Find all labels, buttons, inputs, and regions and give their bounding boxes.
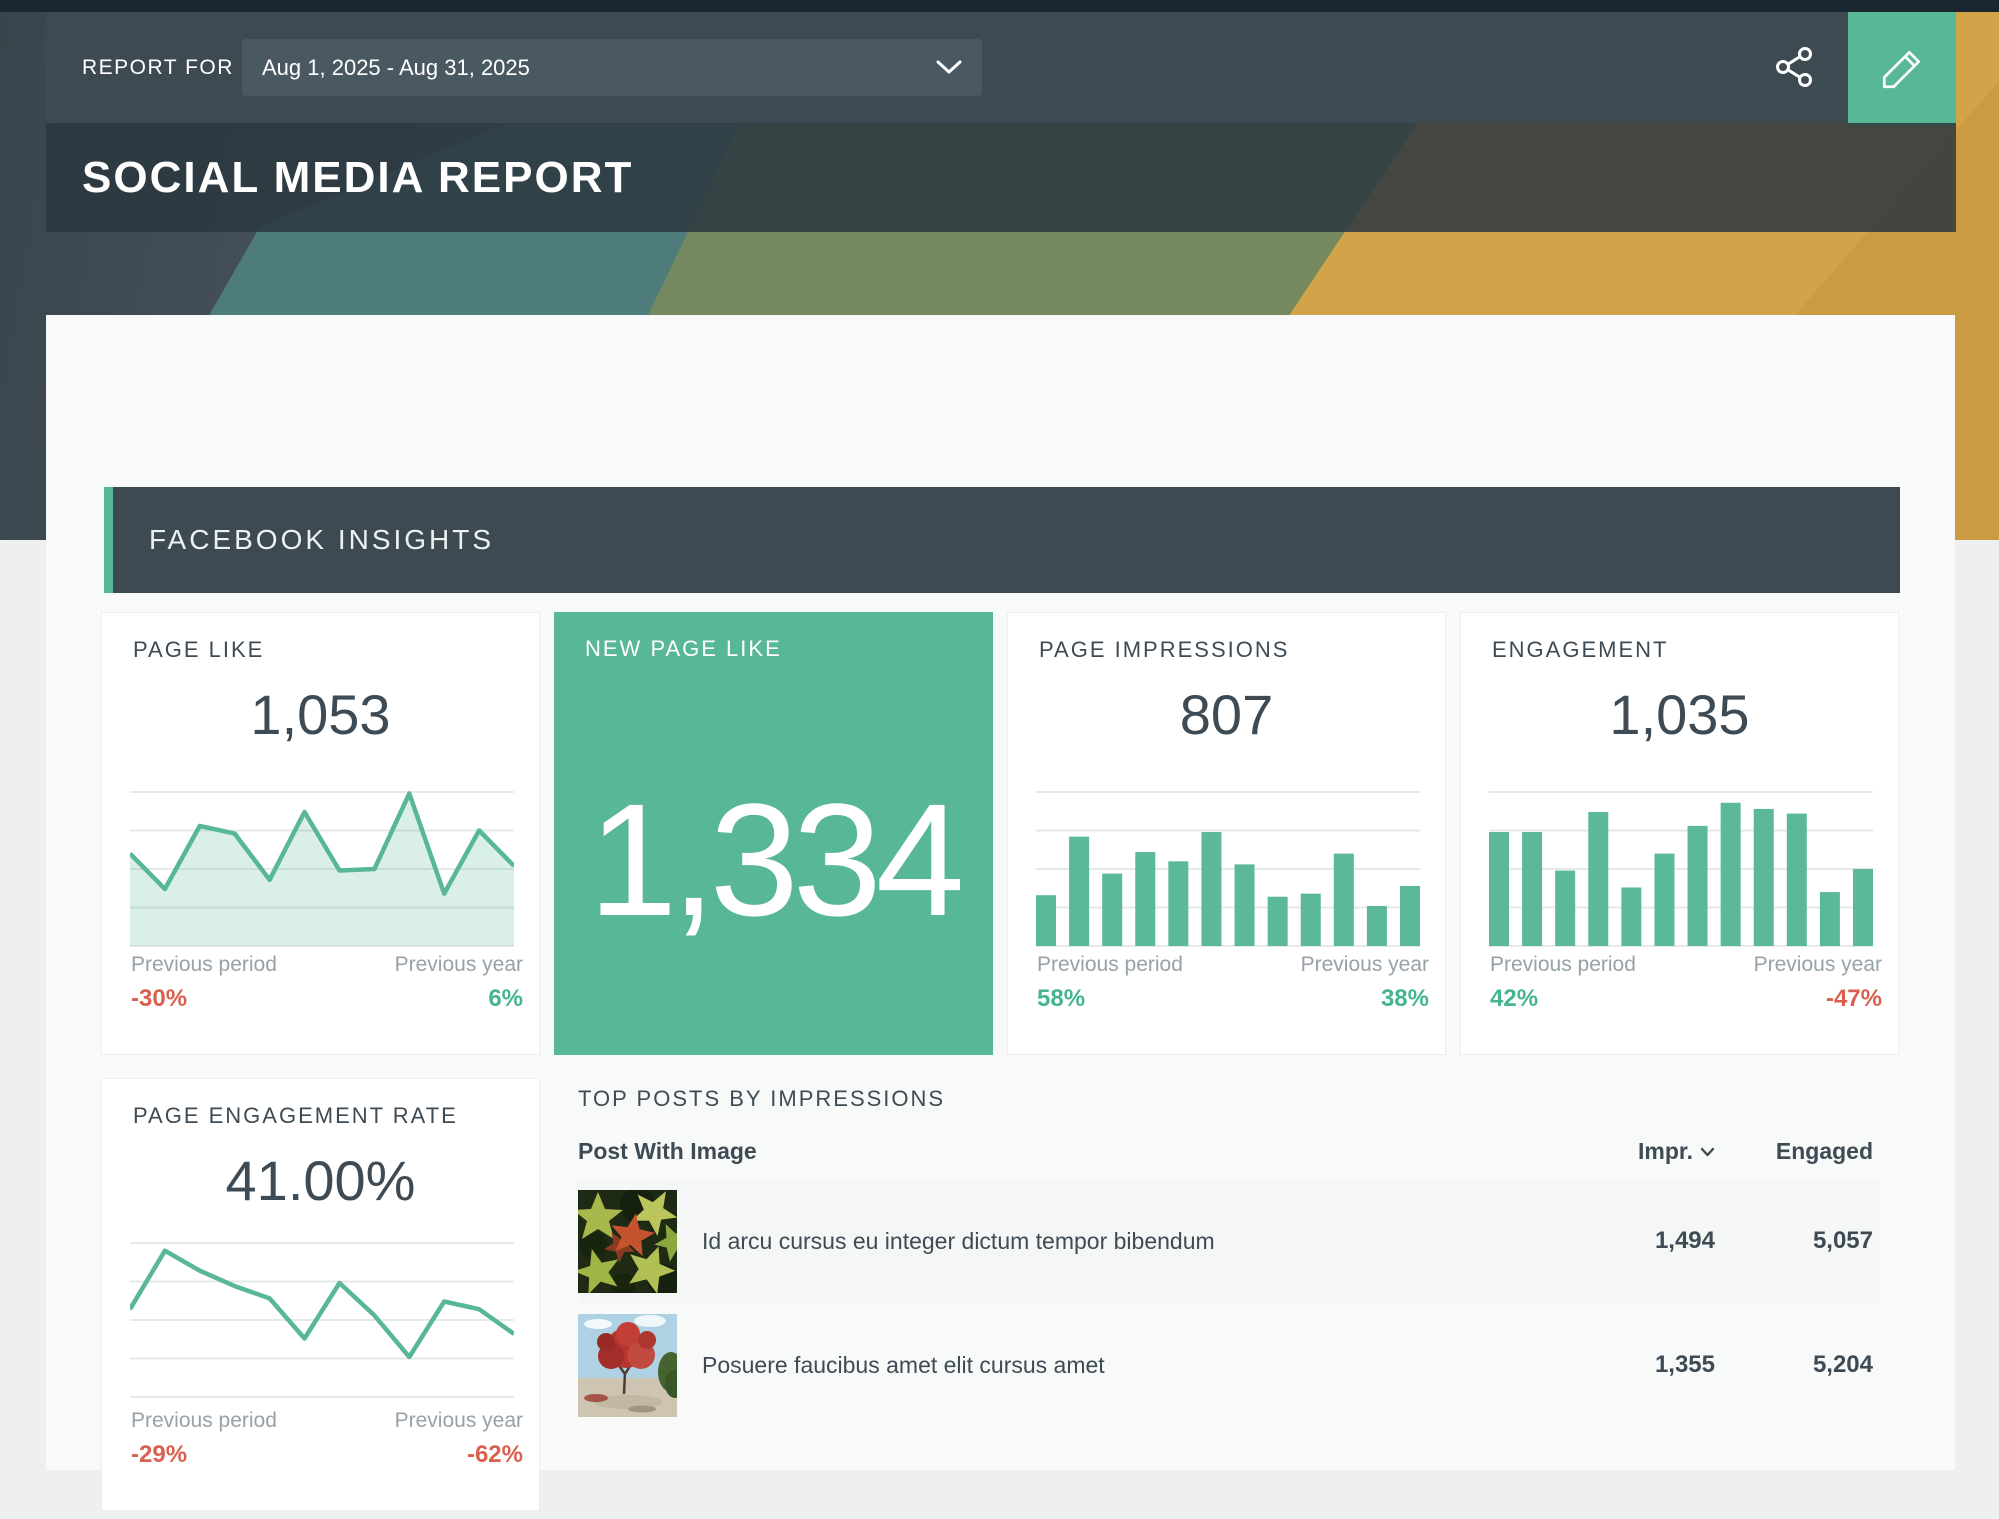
bar-sparkline-chart (1036, 791, 1420, 947)
metric-card-engagement: ENGAGEMENT 1,035 Previous period Previou… (1460, 612, 1899, 1055)
social-media-report-screen: REPORT FOR Aug 1, 2025 - Aug 31, 2025 SO… (0, 0, 1999, 1519)
previous-period-value: -29% (131, 1441, 187, 1469)
metric-value: 41.00% (102, 1153, 539, 1209)
metric-value: 807 (1008, 687, 1445, 743)
comparison-labels: Previous period Previous year (1037, 953, 1429, 977)
edit-button[interactable] (1848, 12, 1956, 125)
column-engaged: Engaged (1715, 1138, 1881, 1165)
metric-value: 1,035 (1461, 687, 1898, 743)
metric-title: ENGAGEMENT (1492, 637, 1668, 663)
line-sparkline-chart (130, 1242, 514, 1398)
previous-period-value: 42% (1490, 985, 1538, 1013)
column-post: Post With Image (578, 1138, 1555, 1165)
leaves-thumbnail (578, 1190, 677, 1293)
facebook-insights-header: FACEBOOK INSIGHTS (104, 487, 1900, 593)
comparison-labels: Previous period Previous year (1490, 953, 1882, 977)
share-icon (1772, 45, 1816, 89)
previous-year-value: 38% (1381, 985, 1429, 1013)
metric-title: PAGE IMPRESSIONS (1039, 637, 1289, 663)
column-impressions-sort[interactable]: Impr. (1555, 1138, 1715, 1165)
post-text: Id arcu cursus eu integer dictum tempor … (702, 1228, 1215, 1255)
metric-title: PAGE ENGAGEMENT RATE (133, 1103, 458, 1129)
chevron-down-icon (936, 60, 962, 75)
red-tree-thumbnail (578, 1314, 677, 1417)
previous-year-value: -62% (467, 1441, 523, 1469)
post-text: Posuere faucibus amet elit cursus amet (702, 1352, 1105, 1379)
comparison-labels: Previous period Previous year (131, 1409, 523, 1433)
post-cell: Id arcu cursus eu integer dictum tempor … (578, 1190, 1555, 1293)
metric-title: PAGE LIKE (133, 637, 264, 663)
previous-year-label: Previous year (395, 953, 523, 977)
sort-chevron-down-icon (1700, 1147, 1715, 1157)
metric-card-new-page-like: NEW PAGE LIKE 1,334 (554, 612, 993, 1055)
comparison-values: 42% -47% (1490, 985, 1882, 1013)
accent-bar (104, 487, 113, 593)
page-title: SOCIAL MEDIA REPORT (82, 153, 633, 203)
title-band: SOCIAL MEDIA REPORT (46, 123, 1956, 232)
metric-value: 1,334 (554, 780, 993, 940)
top-posts-section: TOP POSTS BY IMPRESSIONS Post With Image… (578, 1078, 1881, 1427)
metric-title: NEW PAGE LIKE (585, 636, 782, 662)
previous-period-value: -30% (131, 985, 187, 1013)
table-header: Post With Image Impr. Engaged (578, 1138, 1881, 1179)
impressions-value: 1,494 (1555, 1227, 1715, 1255)
comparison-values: -29% -62% (131, 1441, 523, 1469)
share-button[interactable] (1768, 42, 1820, 94)
metric-value: 1,053 (102, 687, 539, 743)
comparison-labels: Previous period Previous year (131, 953, 523, 977)
table-row[interactable]: Id arcu cursus eu integer dictum tempor … (578, 1179, 1881, 1303)
pencil-icon (1878, 45, 1926, 93)
previous-period-label: Previous period (1037, 953, 1183, 977)
section-title: FACEBOOK INSIGHTS (149, 524, 494, 556)
metric-card-page-impressions: PAGE IMPRESSIONS 807 Previous period Pre… (1007, 612, 1446, 1055)
metric-card-page-engagement-rate: PAGE ENGAGEMENT RATE 41.00% Previous per… (101, 1078, 540, 1511)
date-range-dropdown[interactable]: Aug 1, 2025 - Aug 31, 2025 (242, 39, 982, 96)
area-sparkline-chart (130, 791, 514, 947)
previous-year-label: Previous year (1301, 953, 1429, 977)
comparison-values: 58% 38% (1037, 985, 1429, 1013)
metric-card-page-like: PAGE LIKE 1,053 Previous period Previous… (101, 612, 540, 1055)
previous-period-label: Previous period (131, 953, 277, 977)
engaged-value: 5,204 (1715, 1351, 1881, 1379)
report-for-label: REPORT FOR (82, 56, 234, 80)
engaged-value: 5,057 (1715, 1227, 1881, 1255)
bar-sparkline-chart (1489, 791, 1873, 947)
previous-year-label: Previous year (395, 1409, 523, 1433)
post-cell: Posuere faucibus amet elit cursus amet (578, 1314, 1555, 1417)
table-row[interactable]: Posuere faucibus amet elit cursus amet 1… (578, 1303, 1881, 1427)
previous-period-value: 58% (1037, 985, 1085, 1013)
column-impressions-label: Impr. (1638, 1138, 1693, 1165)
previous-period-label: Previous period (1490, 953, 1636, 977)
date-range-value: Aug 1, 2025 - Aug 31, 2025 (262, 55, 530, 81)
previous-year-label: Previous year (1754, 953, 1882, 977)
previous-year-value: -47% (1826, 985, 1882, 1013)
top-strip (0, 0, 1999, 12)
report-header: REPORT FOR Aug 1, 2025 - Aug 31, 2025 (46, 12, 1848, 123)
comparison-values: -30% 6% (131, 985, 523, 1013)
top-posts-title: TOP POSTS BY IMPRESSIONS (578, 1086, 1881, 1112)
previous-period-label: Previous period (131, 1409, 277, 1433)
impressions-value: 1,355 (1555, 1351, 1715, 1379)
previous-year-value: 6% (488, 985, 523, 1013)
